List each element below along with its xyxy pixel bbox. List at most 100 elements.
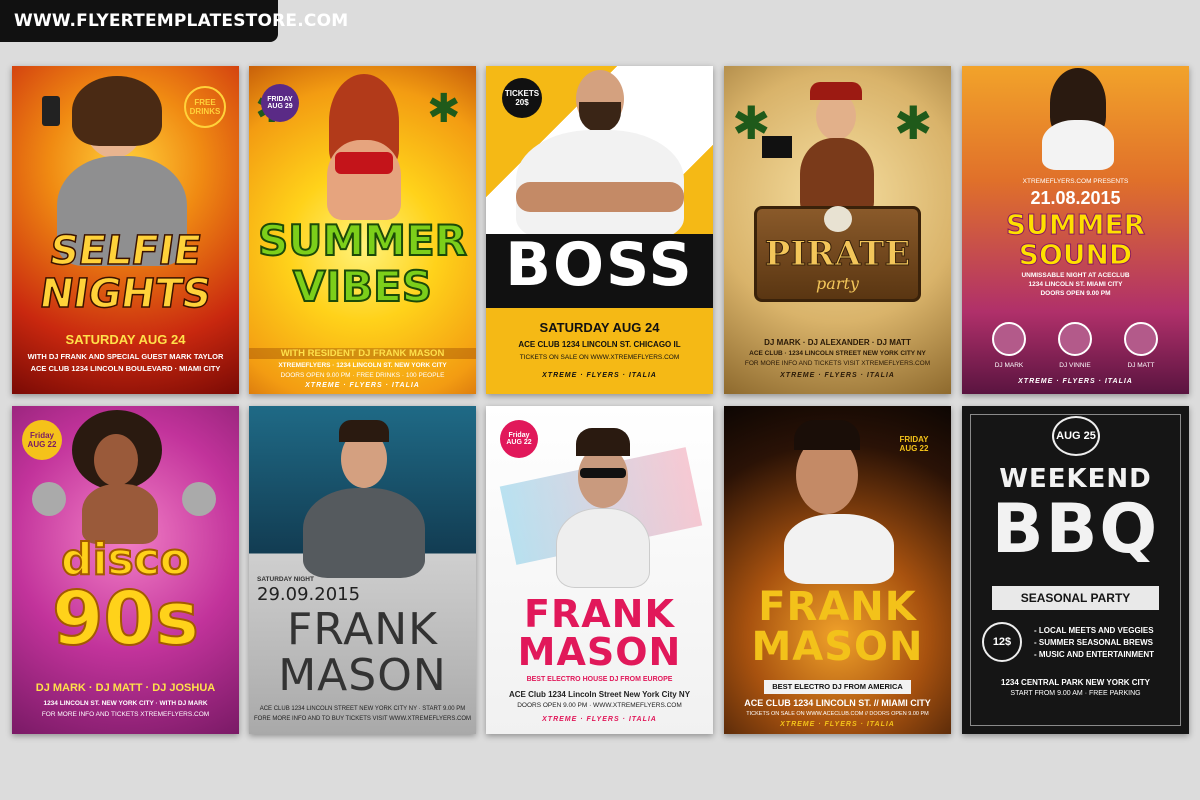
brand-logos: XTREME · FLYERS · ITALIA [1018, 378, 1133, 385]
brand-logos: XTREME · FLYERS · ITALIA [780, 372, 895, 379]
subtitle: SEASONAL PARTY [1020, 591, 1131, 605]
title-line-2: NIGHTS [36, 270, 215, 318]
title-line-2: BBQ [991, 490, 1160, 569]
pre-title: SATURDAY NIGHT [257, 576, 314, 583]
venue-line: ACE CLUB 1234 LINCOLN BOULEVARD · MIAMI … [30, 364, 221, 373]
title-line-1: SUMMER [257, 215, 468, 266]
line-3: DOORS OPEN 9.00 PM [1040, 290, 1111, 297]
subtitle: BEST ELECTRO HOUSE DJ FROM EUROPE [526, 676, 673, 683]
event-date: 21.08.2015 [1030, 188, 1121, 208]
date-badge: FRIDAY AUG 22 [899, 435, 929, 453]
bikini [335, 152, 393, 174]
event-date: SATURDAY AUG 24 [65, 332, 186, 347]
menu-item: - SUMMER SEASONAL BREWS [1034, 638, 1153, 647]
brand-logos: XTREME · FLYERS · ITALIA [305, 382, 420, 389]
date-badge: Friday AUG 22 [22, 420, 62, 460]
flyer-pirate-party[interactable]: ✱ ✱ PIRATE party DJ MARK · DJ ALEXANDER … [724, 66, 951, 394]
disco-ball-icon [182, 482, 216, 516]
dj-avatar [1058, 322, 1092, 356]
brand-logos: XTREME · FLYERS · ITALIA [542, 372, 657, 379]
flyer-summer-sound[interactable]: XTREMEFLYERS.COM PRESENTS 21.08.2015 SUM… [962, 66, 1189, 394]
title-line-1: SELFIE [46, 227, 205, 275]
hair [72, 76, 162, 146]
flyer-frank-mason-white[interactable]: Friday AUG 22 FRANK MASON BEST ELECTRO H… [486, 406, 713, 734]
venue-line: ACE CLUB · 1234 LINCOLN STREET NEW YORK … [749, 350, 926, 357]
price-badge: 12$ [982, 622, 1022, 662]
subtitle: BEST ELECTRO DJ FROM AMERICA [772, 682, 903, 691]
venue-line: ACE CLUB 1234 LINCOLN ST. // MIAMI CITY [744, 698, 931, 708]
title: BOSS [505, 230, 694, 300]
presents: XTREMEFLYERS.COM PRESENTS [1022, 178, 1129, 185]
ticket-badge: TICKETS 20$ [502, 78, 542, 118]
free-drinks-badge: FREE DRINKS [184, 86, 226, 128]
venue-line: XTREMEFLYERS · 1234 LINCOLN ST. NEW YORK… [278, 362, 447, 369]
title-line-2: VIBES [292, 261, 433, 312]
date-badge: FRIDAY AUG 29 [261, 84, 299, 122]
title-line-2: 90s [51, 575, 200, 663]
info-line: FOR MORE INFO AND TICKETS VISIT XTREMEFL… [744, 360, 931, 367]
dj-line: DJ MARK · DJ ALEXANDER · DJ MATT [764, 338, 911, 347]
event-date: SATURDAY AUG 24 [539, 320, 660, 335]
title-line-2: SOUND [1018, 238, 1133, 272]
info-line: DOORS OPEN 9.00 PM · FREE DRINKS · 100 P… [280, 372, 445, 379]
flyer-frank-mason-grey[interactable]: SATURDAY NIGHT 29.09.2015 FRANK MASON AC… [249, 406, 476, 734]
dj-name: DJ MARK [994, 362, 1024, 369]
guest-line: WITH DJ FRANK AND SPECIAL GUEST MARK TAY… [27, 352, 224, 361]
flyer-summer-vibes[interactable]: ✱ ✱ FRIDAY AUG 29 SUMMER VIBES WITH RESI… [249, 66, 476, 394]
site-banner: WWW.FLYERTEMPLATESTORE.COM [0, 0, 348, 42]
shirt [303, 488, 425, 578]
venue-line: ACE CLUB 1234 LINCOLN ST. CHICAGO IL [518, 340, 681, 349]
tickets-line: TICKETS ON SALE ON WWW.XTREMEFLYERS.COM [519, 354, 680, 361]
arms [516, 182, 684, 212]
shirt [556, 508, 650, 588]
menu-item: - MUSIC AND ENTERTAINMENT [1034, 650, 1154, 659]
flyer-selfie-nights[interactable]: FREE DRINKS SELFIE NIGHTS SATURDAY AUG 2… [12, 66, 239, 394]
line-1: UNMISSABLE NIGHT AT ACECLUB [1021, 272, 1130, 279]
date-badge: AUG 25 [1052, 416, 1100, 456]
title-line-1: SUMMER [1005, 208, 1146, 242]
title-line-2: MASON [751, 624, 924, 670]
menu-item: - LOCAL MEETS AND VEGGIES [1034, 626, 1154, 635]
dj-name: DJ VINNIE [1059, 362, 1091, 369]
line-2: 1234 LINCOLN ST. MIAMI CITY [1028, 281, 1123, 288]
sunglasses-icon [580, 468, 626, 478]
brand-logos: XTREME · FLYERS · ITALIA [542, 716, 657, 723]
dj-line: DJ MARK · DJ MATT · DJ JOSHUA [35, 682, 216, 694]
palm-icon: ✱ [427, 87, 461, 131]
shirt [784, 514, 894, 584]
pirate-flag-icon [762, 136, 792, 158]
woman-face [94, 434, 138, 486]
bandana [810, 82, 862, 100]
flyer-boss[interactable]: TICKETS 20$ BOSS SATURDAY AUG 24 ACE CLU… [486, 66, 713, 394]
flyer-weekend-bbq[interactable]: AUG 25 WEEKEND BBQ SEASONAL PARTY 12$ - … [962, 406, 1189, 734]
skull-icon [824, 206, 852, 232]
date-badge: Friday AUG 22 [500, 420, 538, 458]
flyer-frank-mason-dark[interactable]: FRIDAY AUG 22 FRANK MASON BEST ELECTRO D… [724, 406, 951, 734]
info-line: START FROM 9.00 AM · FREE PARKING [1010, 690, 1141, 697]
info-line: FORE MORE INFO AND TO BUY TICKETS VISIT … [253, 716, 472, 722]
info-line: FOR MORE INFO AND TICKETS XTREMEFLYERS.C… [41, 711, 210, 718]
info-line: TICKETS ON SALE ON WWW.ACECLUB.COM // DO… [746, 711, 929, 717]
event-date: 29.09.2015 [257, 584, 361, 605]
venue-line: 1234 LINCOLN ST. NEW YORK CITY · WITH DJ… [43, 700, 208, 707]
title-line-1: FRANK [287, 604, 438, 655]
brand-logos: XTREME · FLYERS · ITALIA [780, 721, 895, 728]
flyer-disco-90s[interactable]: Friday AUG 22 disco 90s DJ MARK · DJ MAT… [12, 406, 239, 734]
info-line: DOORS OPEN 9.00 PM · WWW.XTREMEFLYERS.CO… [517, 702, 682, 709]
venue-line: ACE Club 1234 Lincoln Street New York Ci… [508, 690, 691, 699]
phone-icon [42, 96, 60, 126]
hair [339, 420, 389, 442]
dj-avatar [1124, 322, 1158, 356]
venue-line: 1234 CENTRAL PARK NEW YORK CITY [1001, 678, 1150, 687]
title-line-2: MASON [278, 650, 447, 701]
disco-ball-icon [32, 482, 66, 516]
dj-name: DJ MATT [1127, 362, 1155, 369]
hair [794, 420, 860, 450]
top [1042, 120, 1114, 170]
hair [576, 428, 630, 456]
title: PIRATE [764, 234, 911, 275]
resident-line: WITH RESIDENT DJ FRANK MASON [249, 348, 476, 359]
subtitle: party [816, 274, 859, 293]
venue-line: ACE CLUB 1234 LINCOLN STREET NEW YORK CI… [259, 706, 466, 712]
title-line-2: MASON [517, 630, 682, 674]
